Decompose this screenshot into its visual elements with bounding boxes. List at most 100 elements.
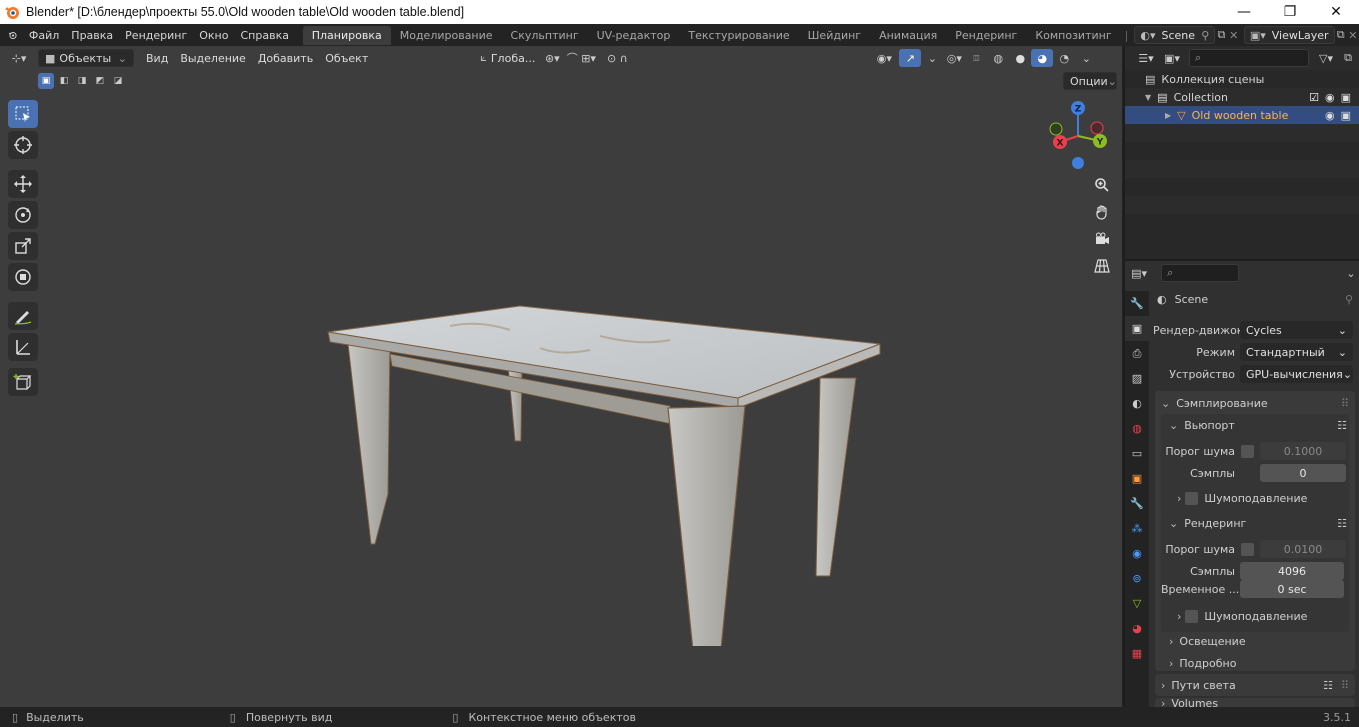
scene-collection-row[interactable]: ▤ Коллекция сцены bbox=[1125, 70, 1359, 88]
viewport-noise-threshold-field[interactable]: 0.1000 bbox=[1260, 442, 1346, 460]
eye-icon[interactable]: ◉ bbox=[1325, 109, 1335, 122]
time-limit-field[interactable]: 0 sec bbox=[1240, 580, 1344, 598]
constraints-tab-icon[interactable]: ⊚ bbox=[1125, 566, 1149, 591]
drag-handle-icon[interactable]: ⠿ bbox=[1341, 679, 1349, 692]
outliner-search-input[interactable] bbox=[1205, 52, 1296, 64]
wireframe-shading-icon[interactable]: ◍ bbox=[987, 49, 1009, 67]
material-tab-icon[interactable]: ◕ bbox=[1125, 616, 1149, 641]
object-tab-icon[interactable]: ▣ bbox=[1125, 466, 1149, 491]
render-samples-field[interactable]: 4096 bbox=[1240, 562, 1344, 580]
menu-add[interactable]: Добавить bbox=[252, 49, 319, 67]
editor-type-icon[interactable]: ⊹▾ bbox=[8, 49, 30, 67]
tab-shading[interactable]: Шейдинг bbox=[799, 26, 870, 45]
filter-icon[interactable]: ▽▾ bbox=[1315, 49, 1337, 67]
advanced-subheader[interactable]: › Подробно bbox=[1169, 654, 1347, 672]
blender-menu-icon[interactable] bbox=[8, 27, 17, 43]
render-noise-threshold-checkbox[interactable] bbox=[1241, 542, 1254, 556]
remove-scene-icon[interactable]: ✕ bbox=[1228, 26, 1240, 44]
menu-edit[interactable]: Правка bbox=[65, 29, 119, 42]
solid-shading-icon[interactable]: ● bbox=[1009, 49, 1031, 67]
properties-options-icon[interactable]: ⌄ bbox=[1343, 264, 1359, 282]
eye-icon[interactable]: ◉ bbox=[1325, 91, 1335, 104]
tab-modeling[interactable]: Моделирование bbox=[391, 26, 502, 45]
outliner-editor-type-icon[interactable]: ☰▾ bbox=[1135, 49, 1157, 67]
scale-tool[interactable] bbox=[8, 232, 38, 260]
material-shading-icon[interactable]: ◕ bbox=[1031, 49, 1054, 67]
visibility-icon[interactable]: ◉▾ bbox=[873, 49, 895, 67]
select-extend-icon[interactable]: ◧ bbox=[56, 73, 72, 89]
lights-subheader[interactable]: › Освещение bbox=[1169, 632, 1347, 650]
gizmo-toggle-icon[interactable]: ↗ bbox=[899, 49, 922, 67]
outliner-search[interactable]: ⌕ bbox=[1189, 49, 1309, 67]
tab-compositing[interactable]: Композитинг bbox=[1026, 26, 1120, 45]
measure-tool[interactable] bbox=[8, 333, 38, 361]
annotate-tool[interactable] bbox=[8, 302, 38, 330]
object-row[interactable]: ▶ ▽ Old wooden table ◉ ▣ bbox=[1125, 106, 1359, 124]
overlays-icon[interactable]: ◎▾ bbox=[943, 49, 965, 67]
pin-icon[interactable]: ⚲ bbox=[1201, 29, 1209, 42]
render-engine-dropdown[interactable]: Cycles ⌄ bbox=[1240, 321, 1353, 339]
mode-selector[interactable]: ■ Объекты ⌄ bbox=[38, 49, 134, 67]
viewport-denoise-checkbox[interactable] bbox=[1185, 492, 1199, 505]
maximize-button[interactable]: ❐ bbox=[1267, 0, 1313, 24]
expand-icon[interactable]: ▶ bbox=[1165, 111, 1171, 120]
view-layer-selector[interactable]: ▣▾ ViewLayer bbox=[1243, 26, 1335, 44]
drag-handle-icon[interactable]: ⠿ bbox=[1341, 397, 1349, 410]
remove-view-layer-icon[interactable]: ✕ bbox=[1347, 26, 1359, 44]
transform-tool[interactable] bbox=[8, 263, 38, 291]
world-tab-icon[interactable]: ◍ bbox=[1125, 416, 1149, 441]
feature-set-dropdown[interactable]: Стандартный ⌄ bbox=[1240, 343, 1353, 361]
device-dropdown[interactable]: GPU-вычисления ⌄ bbox=[1240, 365, 1353, 383]
light-paths-header[interactable]: › Пути света ☷ ⠿ bbox=[1161, 676, 1349, 694]
display-mode-icon[interactable]: ▣▾ bbox=[1161, 49, 1183, 67]
presets-icon[interactable]: ☷ bbox=[1337, 517, 1347, 530]
proportional-edit-icon[interactable]: ⊙ ∩ bbox=[599, 49, 635, 67]
collection-tab-icon[interactable]: ▭ bbox=[1125, 441, 1149, 466]
rotate-tool[interactable] bbox=[8, 201, 38, 229]
viewport-subheader[interactable]: ⌄ Вьюпорт ☷ bbox=[1169, 416, 1347, 434]
view-layer-tab-icon[interactable]: ▨ bbox=[1125, 366, 1149, 391]
sampling-header[interactable]: ⌄ Сэмплирование ⠿ bbox=[1161, 394, 1349, 412]
minimize-button[interactable]: — bbox=[1221, 0, 1267, 24]
tab-uv-editing[interactable]: UV-редактор bbox=[588, 26, 680, 45]
snap-icon[interactable]: ⌒ ⊞▾ bbox=[563, 49, 599, 67]
texture-tab-icon[interactable]: ▦ bbox=[1125, 641, 1149, 666]
render-tab-icon[interactable]: ▣ bbox=[1125, 316, 1149, 341]
select-intersect-icon[interactable]: ◪ bbox=[110, 73, 126, 89]
physics-tab-icon[interactable]: ◉ bbox=[1125, 541, 1149, 566]
transform-orientation-selector[interactable]: ⟀ Глоба... bbox=[474, 49, 541, 67]
camera-icon[interactable]: ▣ bbox=[1341, 91, 1351, 104]
navigation-gizmo[interactable]: Z Y X bbox=[1040, 98, 1116, 174]
properties-search[interactable]: ⌕ bbox=[1161, 264, 1239, 282]
menu-view[interactable]: Вид bbox=[140, 49, 174, 67]
menu-select[interactable]: Выделение bbox=[174, 49, 252, 67]
select-new-icon[interactable]: ▣ bbox=[38, 73, 54, 89]
pivot-point-icon[interactable]: ⊛▾ bbox=[541, 49, 563, 67]
new-view-layer-icon[interactable]: ⧉ bbox=[1335, 26, 1347, 44]
tab-layout[interactable]: Планировка bbox=[302, 25, 391, 45]
gizmo-dropdown-icon[interactable]: ⌄ bbox=[921, 49, 943, 67]
close-button[interactable]: ✕ bbox=[1313, 0, 1359, 24]
rendered-shading-icon[interactable]: ◔ bbox=[1053, 49, 1075, 67]
menu-render[interactable]: Рендеринг bbox=[119, 29, 193, 42]
menu-window[interactable]: Окно bbox=[193, 29, 234, 42]
select-invert-icon[interactable]: ◩ bbox=[92, 73, 108, 89]
expand-icon[interactable]: ▼ bbox=[1145, 93, 1151, 102]
menu-file[interactable]: Файл bbox=[23, 29, 65, 42]
add-cube-tool[interactable] bbox=[8, 368, 38, 396]
cursor-tool[interactable] bbox=[8, 131, 38, 159]
noise-threshold-checkbox[interactable] bbox=[1241, 444, 1254, 458]
new-collection-icon[interactable]: ⧉ bbox=[1337, 49, 1359, 67]
tab-texture-paint[interactable]: Текстурирование bbox=[679, 26, 798, 45]
pin-icon[interactable]: ⚲ bbox=[1345, 293, 1353, 306]
shading-options-icon[interactable]: ⌄ bbox=[1075, 49, 1097, 67]
viewport-samples-field[interactable]: 0 bbox=[1260, 464, 1346, 482]
tab-animation[interactable]: Анимация bbox=[870, 26, 946, 45]
render-subheader[interactable]: ⌄ Рендеринг ☷ bbox=[1169, 514, 1347, 532]
camera-view-icon[interactable] bbox=[1089, 226, 1115, 252]
properties-editor-type-icon[interactable]: ▤▾ bbox=[1131, 264, 1147, 282]
zoom-icon[interactable] bbox=[1089, 172, 1115, 198]
data-tab-icon[interactable]: ▽ bbox=[1125, 591, 1149, 616]
tab-sculpting[interactable]: Скульптинг bbox=[502, 26, 588, 45]
exclude-checkbox[interactable]: ☑ bbox=[1309, 91, 1319, 104]
